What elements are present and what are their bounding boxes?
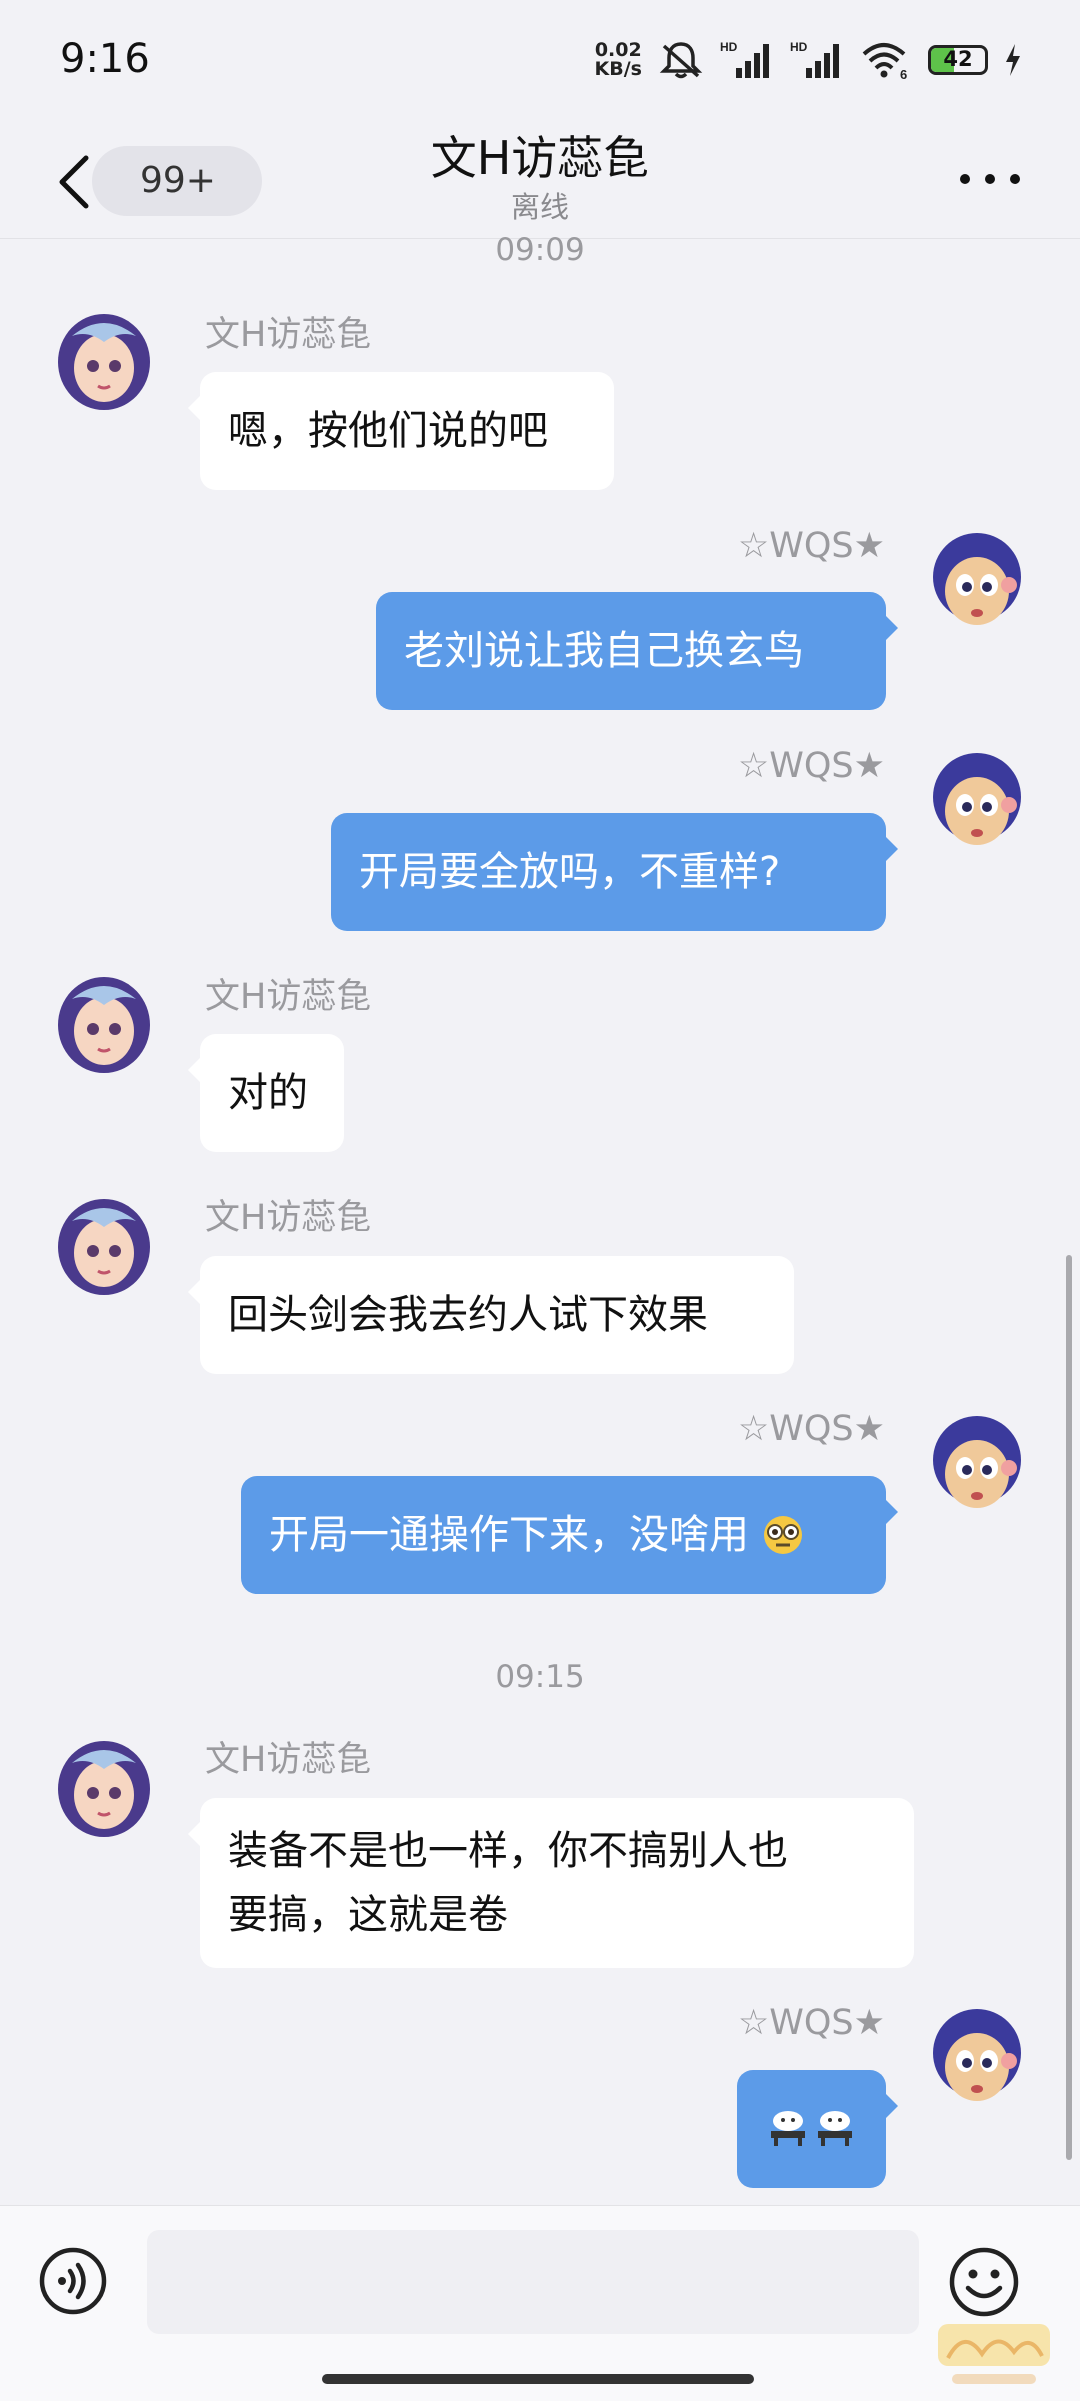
my-avatar[interactable]	[921, 2001, 1033, 2113]
sender-name: ☆WQS★	[737, 2003, 885, 2043]
network-speed-unit: KB/s	[594, 58, 642, 80]
chat-title: 文H访蕊㲋	[430, 131, 650, 185]
message-bubble-incoming[interactable]: 回头剑会我去约人试下效果	[188, 1256, 794, 1374]
message-bubble-incoming[interactable]: 对的	[188, 1034, 344, 1152]
sender-name: 文H访蕊㲋	[205, 1198, 372, 1238]
sender-name: ☆WQS★	[737, 746, 885, 786]
cell-signal-icon: HD	[720, 40, 769, 78]
message-bubble-outgoing[interactable]: 开局要全放吗，不重样?	[331, 813, 898, 931]
sender-name: 文H访蕊㲋	[205, 315, 372, 355]
message-input[interactable]	[147, 2230, 919, 2334]
my-avatar[interactable]	[921, 1408, 1033, 1520]
chat-scrollbar[interactable]	[1066, 1255, 1072, 2160]
sender-name: ☆WQS★	[737, 526, 885, 566]
more-options-button[interactable]	[960, 164, 1030, 194]
message-bubble-incoming[interactable]: 装备不是也一样，你不搞别人也 要搞，这就是卷	[188, 1798, 914, 1968]
more-dot-icon	[1010, 174, 1020, 184]
network-speed: 0.02 KB/s	[595, 41, 642, 79]
timestamp: 09:09	[495, 232, 585, 268]
kowtow-emoji-icon	[771, 2111, 805, 2146]
contact-avatar[interactable]	[48, 302, 160, 414]
message-bubble-outgoing[interactable]: 开局一通操作下来，没啥用	[241, 1476, 898, 1594]
my-avatar[interactable]	[921, 525, 1033, 637]
contact-avatar[interactable]	[48, 965, 160, 1077]
signal2-label: HD	[790, 40, 808, 54]
watermark-logo-icon	[938, 2324, 1050, 2384]
timestamp: 09:15	[495, 1659, 585, 1695]
chat-header: 99+ 文H访蕊㲋 离线	[0, 120, 1080, 239]
message-bubble-incoming[interactable]: 嗯，按他们说的吧	[188, 372, 614, 490]
online-status: 离线	[510, 190, 569, 224]
sticker-message-bubble[interactable]	[737, 2070, 898, 2188]
signal1-label: HD	[720, 40, 738, 54]
message-text: 开局一通操作下来，没啥用	[269, 1512, 749, 1558]
sender-name: 文H访蕊㲋	[205, 977, 372, 1017]
input-bar	[0, 2205, 1080, 2401]
more-dot-icon	[960, 174, 970, 184]
cell-signal-icon-2: HD	[790, 40, 839, 78]
bell-muted-icon	[659, 42, 703, 79]
battery-icon: 42	[928, 45, 988, 75]
message-text-line: 要搞，这就是卷	[228, 1892, 508, 1938]
more-dot-icon	[985, 174, 995, 184]
wifi-label: 6	[900, 67, 907, 80]
kowtow-emoji-icon	[818, 2111, 852, 2146]
flushed-face-emoji-icon	[763, 1516, 802, 1554]
sender-name: 文H访蕊㲋	[205, 1740, 372, 1780]
status-icons: 0.02 KB/s HD HD 6 42	[595, 40, 1022, 80]
sender-name: ☆WQS★	[737, 1409, 885, 1449]
smiley-face-icon[interactable]	[948, 2246, 1020, 2318]
status-time: 9:16	[60, 36, 150, 82]
charging-bolt-icon	[1006, 44, 1020, 76]
contact-avatar[interactable]	[48, 1729, 160, 1841]
contact-avatar[interactable]	[48, 1187, 160, 1299]
battery-level: 42	[943, 47, 973, 71]
wifi-icon: 6	[862, 43, 907, 80]
voice-icon[interactable]	[38, 2246, 108, 2316]
my-avatar[interactable]	[921, 745, 1033, 857]
home-indicator[interactable]	[322, 2374, 754, 2384]
message-bubble-outgoing[interactable]: 老刘说让我自己换玄鸟	[376, 592, 898, 710]
status-bar: 9:16 0.02 KB/s HD HD 6 42	[0, 0, 1080, 120]
message-text-line: 装备不是也一样，你不搞别人也	[228, 1828, 788, 1874]
